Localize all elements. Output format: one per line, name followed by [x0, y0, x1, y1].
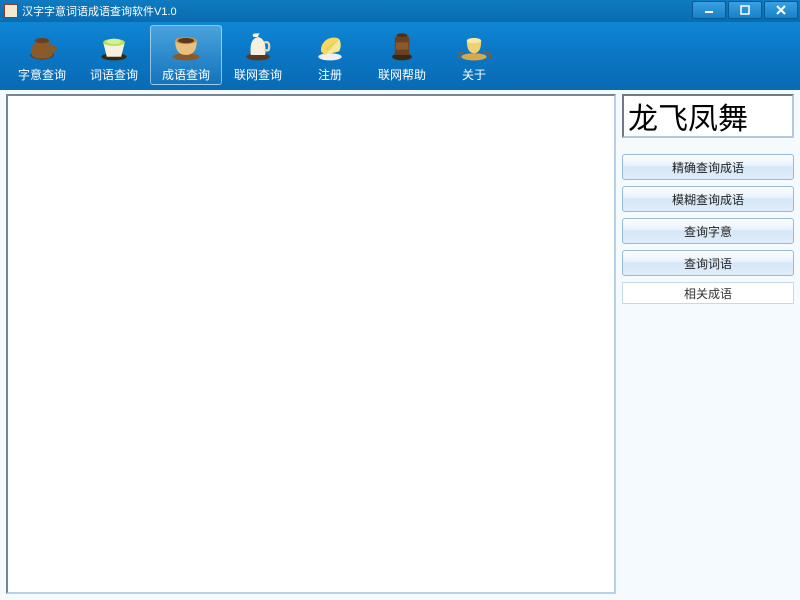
toolbar-label: 联网帮助 — [378, 66, 426, 83]
toolbar: 字意查询 词语查询 成语查询 联网查询 注册 联网帮助 关于 — [0, 22, 800, 88]
toolbar-item-1[interactable]: 词语查询 — [78, 25, 150, 85]
toolbar-item-6[interactable]: 关于 — [438, 25, 510, 85]
toolbar-label: 注册 — [318, 66, 342, 83]
teacup-icon — [168, 28, 204, 64]
pot-icon — [24, 28, 60, 64]
toolbar-item-5[interactable]: 联网帮助 — [366, 25, 438, 85]
query-button-0[interactable]: 精确查询成语 — [622, 154, 794, 180]
sidebar: 精确查询成语模糊查询成语查询字意查询词语 相关成语 — [622, 94, 794, 594]
lemon-icon — [312, 28, 348, 64]
jar-icon — [384, 28, 420, 64]
search-input[interactable] — [622, 94, 794, 138]
toolbar-label: 关于 — [462, 66, 486, 83]
toolbar-item-4[interactable]: 注册 — [294, 25, 366, 85]
related-idioms-label: 相关成语 — [622, 282, 794, 304]
close-button[interactable] — [764, 1, 798, 19]
titlebar: 汉字字意词语成语查询软件V1.0 — [0, 0, 800, 22]
toolbar-label: 词语查询 — [90, 66, 138, 83]
pitcher-icon — [240, 28, 276, 64]
toolbar-label: 成语查询 — [162, 66, 210, 83]
maximize-button[interactable] — [728, 1, 762, 19]
app-icon — [4, 4, 18, 18]
query-button-3[interactable]: 查询词语 — [622, 250, 794, 276]
window-title: 汉字字意词语成语查询软件V1.0 — [22, 3, 177, 19]
toolbar-item-0[interactable]: 字意查询 — [6, 25, 78, 85]
content-area: 精确查询成语模糊查询成语查询字意查询词语 相关成语 — [0, 88, 800, 600]
lime-cup-icon — [96, 28, 132, 64]
results-panel — [6, 94, 616, 594]
minimize-button[interactable] — [692, 1, 726, 19]
query-button-2[interactable]: 查询字意 — [622, 218, 794, 244]
toolbar-label: 字意查询 — [18, 66, 66, 83]
toolbar-label: 联网查询 — [234, 66, 282, 83]
toolbar-item-2[interactable]: 成语查询 — [150, 25, 222, 85]
query-button-1[interactable]: 模糊查询成语 — [622, 186, 794, 212]
toolbar-item-3[interactable]: 联网查询 — [222, 25, 294, 85]
gold-cup-icon — [456, 28, 492, 64]
